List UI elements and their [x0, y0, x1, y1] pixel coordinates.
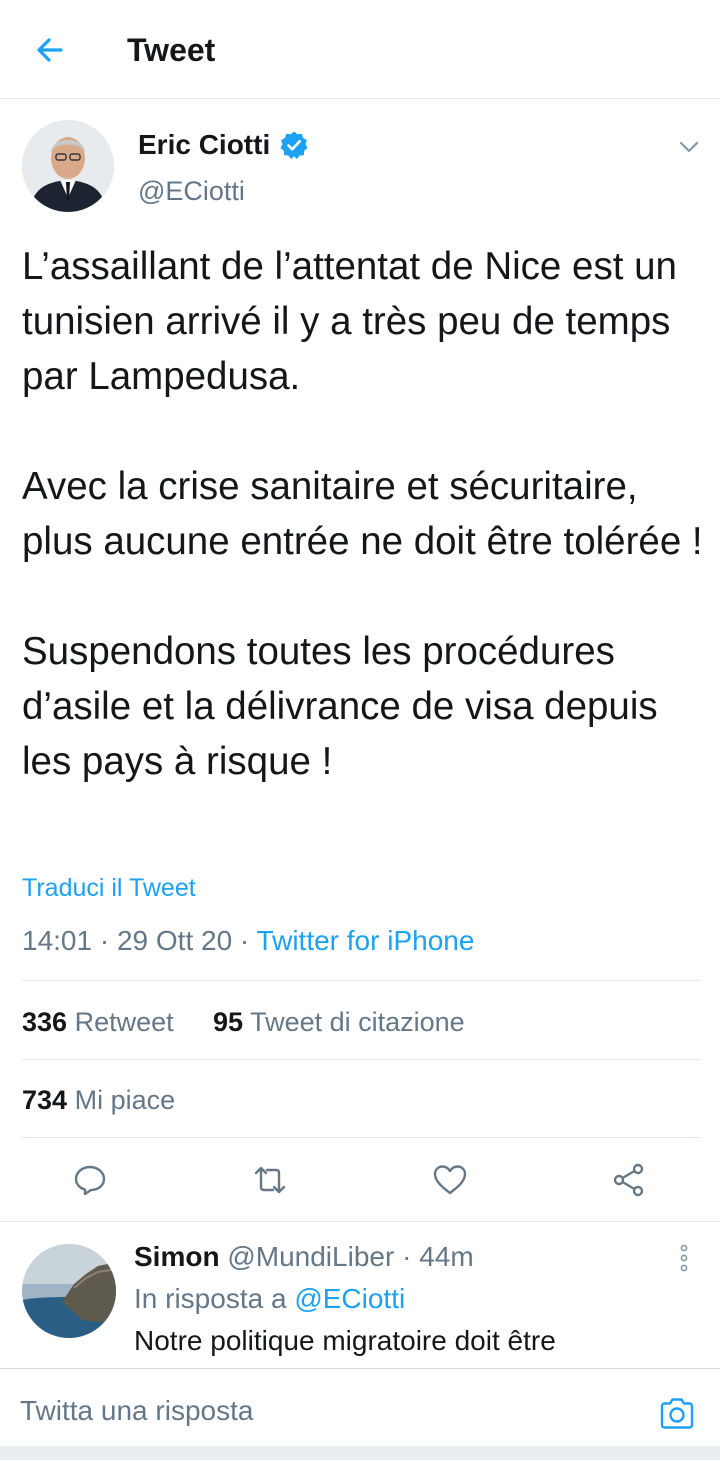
reply-avatar[interactable]	[22, 1244, 116, 1338]
chevron-down-icon[interactable]	[676, 134, 702, 160]
divider	[22, 1059, 700, 1060]
camera-icon[interactable]	[658, 1395, 696, 1433]
arrow-left-icon[interactable]	[30, 30, 70, 70]
verified-badge-icon	[280, 131, 308, 159]
retweet-icon[interactable]	[252, 1162, 288, 1198]
like-label: Mi piace	[74, 1085, 176, 1115]
retweet-count: 336	[22, 1007, 68, 1037]
divider	[22, 1137, 700, 1138]
tweet-action-bar	[0, 1156, 720, 1206]
reply-author-name[interactable]: Simon	[134, 1241, 220, 1272]
top-bar: Tweet	[0, 0, 720, 99]
meta-separator: ·	[92, 925, 117, 956]
share-icon[interactable]	[611, 1162, 647, 1198]
tweet-likes-row: 734 Mi piace	[22, 1082, 712, 1118]
reply-header: Simon @MundiLiber · 44m	[134, 1238, 474, 1276]
in-reply-to: In risposta a @ECiotti	[134, 1280, 405, 1318]
reply-input[interactable]	[20, 1389, 620, 1433]
like-icon[interactable]	[432, 1162, 468, 1198]
reply-author-handle[interactable]: @MundiLiber	[227, 1241, 394, 1272]
in-reply-handle-link[interactable]: @ECiotti	[294, 1283, 405, 1314]
page-title: Tweet	[127, 32, 216, 68]
in-reply-label: In risposta a	[134, 1283, 287, 1314]
tweet-time: 14:01	[22, 925, 93, 956]
more-options-icon[interactable]	[672, 1242, 696, 1274]
author-avatar[interactable]	[22, 120, 114, 212]
tweet-stats-row: 336 Retweet 95 Tweet di citazione	[22, 1004, 712, 1040]
tweet-date: 29 Ott 20	[116, 925, 233, 956]
like-count: 734	[22, 1085, 68, 1115]
divider	[0, 1221, 720, 1222]
author-name[interactable]: Eric Ciotti	[138, 127, 270, 163]
reply-text[interactable]: Notre politique migratoire doit être	[134, 1322, 556, 1360]
quotes-stat[interactable]: 95 Tweet di citazione	[213, 1004, 465, 1040]
tweet-meta: 14:01 · 29 Ott 20 · Twitter for iPhone	[22, 922, 474, 960]
divider	[22, 980, 700, 981]
retweet-label: Retweet	[74, 1007, 174, 1037]
bottom-bar	[0, 1446, 720, 1460]
translate-tweet-link[interactable]: Traduci il Tweet	[22, 872, 196, 904]
tweet-paragraph: Avec la crise sanitaire et sécuritaire, …	[22, 465, 703, 563]
tweet-text: L’assaillant de l’attentat de Nice est u…	[22, 239, 712, 789]
reply-time: 44m	[419, 1241, 474, 1272]
retweets-stat[interactable]: 336 Retweet	[22, 1004, 174, 1040]
author-handle[interactable]: @ECiotti	[138, 173, 245, 209]
tweet-paragraph: Suspendons toutes les procédures d’asile…	[22, 630, 658, 783]
likes-stat[interactable]: 734 Mi piace	[22, 1082, 175, 1118]
tweet-source-link[interactable]: Twitter for iPhone	[257, 925, 475, 956]
reply-icon[interactable]	[72, 1162, 108, 1198]
meta-separator: ·	[232, 925, 257, 956]
reply-dot: ·	[394, 1241, 420, 1272]
quote-label: Tweet di citazione	[250, 1007, 465, 1037]
tweet-paragraph: L’assaillant de l’attentat de Nice est u…	[22, 245, 677, 398]
quote-count: 95	[213, 1007, 244, 1037]
